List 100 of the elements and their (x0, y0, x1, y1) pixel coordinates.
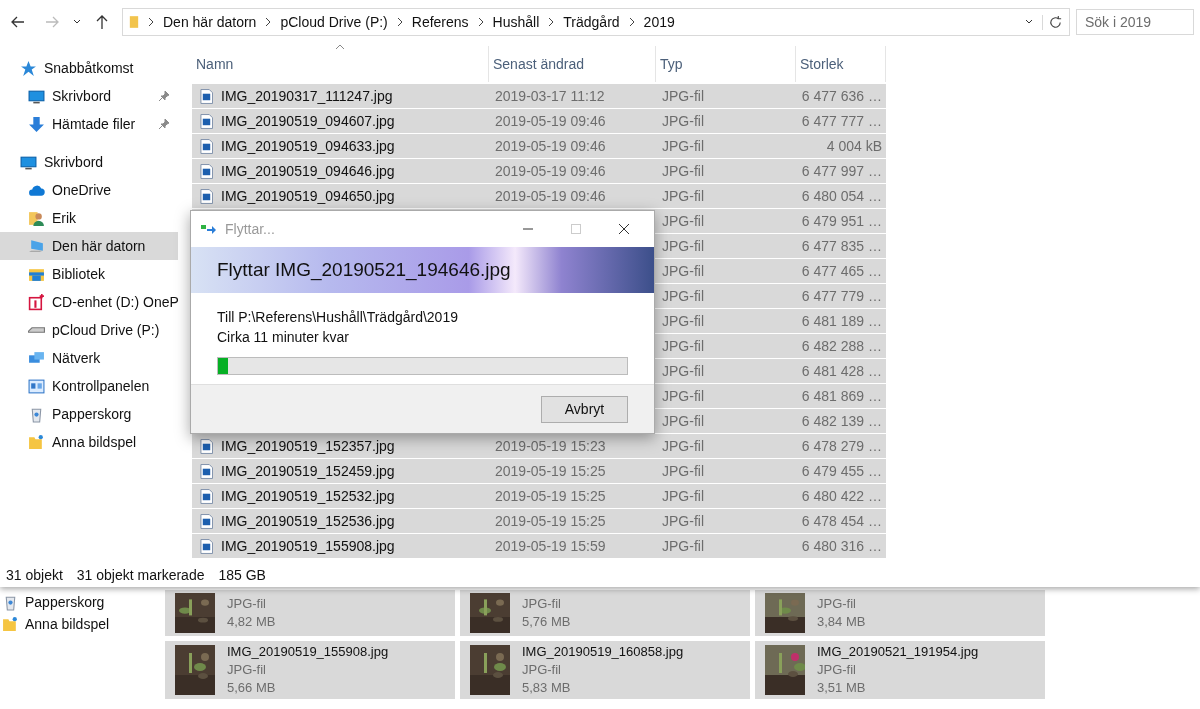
file-type: JPG-fil (662, 313, 704, 329)
nav-item[interactable]: Skrivbord (0, 148, 178, 176)
file-type: JPG-fil (662, 188, 704, 204)
nav-item[interactable]: Bibliotek (0, 260, 178, 288)
back-arrow-icon[interactable] (10, 14, 26, 30)
dialog-heading: Flyttar IMG_20190521_194646.jpg (217, 259, 511, 281)
nav-item[interactable]: Anna bildspel (0, 428, 178, 456)
column-header[interactable]: Namn (192, 46, 489, 82)
address-bar[interactable]: Den här datorn pCloud Drive (P:) Referens Hushåll Trädgård 2019 (122, 8, 1070, 36)
nav-item[interactable]: Erik (0, 204, 178, 232)
file-row[interactable]: IMG_20190317_111247.jpg 2019-03-17 11:12 JPG-fil 6 477 636 … (192, 84, 886, 108)
file-size: 6 477 636 … (801, 88, 882, 104)
file-size: 6 477 465 … (801, 263, 882, 279)
image-file-icon (200, 88, 213, 104)
file-size: 6 477 779 … (801, 288, 882, 304)
file-type: JPG-fil (522, 595, 562, 613)
cancel-button[interactable]: Avbryt (541, 395, 628, 423)
chevron-icon (395, 17, 404, 27)
breadcrumb[interactable]: pCloud Drive (P:) (280, 14, 388, 30)
file-tile[interactable]: IMG_20190521_191954.jpg JPG-fil 3,51 MB (755, 641, 1045, 699)
nav-item[interactable]: Papperskorg (0, 400, 178, 428)
file-type: JPG-fil (227, 595, 267, 613)
file-type: JPG-fil (817, 595, 857, 613)
file-row[interactable]: IMG_20190519_094646.jpg 2019-05-19 09:46 JPG-fil 6 477 997 … (192, 159, 886, 183)
breadcrumb[interactable]: 2019 (643, 14, 675, 30)
file-type: JPG-fil (522, 661, 562, 679)
image-file-icon (200, 538, 213, 554)
chevron-icon (147, 17, 155, 27)
file-row[interactable]: IMG_20190519_094650.jpg 2019-05-19 09:46 JPG-fil 6 480 054 … (192, 184, 886, 208)
nav-item[interactable]: CD-enhet (D:) OneP (0, 288, 178, 316)
column-header[interactable]: Senast ändrad (489, 46, 656, 82)
column-header[interactable]: Typ (656, 46, 796, 82)
nav-item[interactable]: OneDrive (0, 176, 178, 204)
file-tile[interactable]: IMG_20190519_155908.jpg JPG-fil 5,66 MB (165, 641, 455, 699)
drive-icon (28, 327, 45, 333)
file-name: IMG_20190519_160858.jpg (522, 643, 684, 661)
breadcrumb[interactable]: Den här datorn (163, 14, 257, 30)
file-name: IMG_20190519_152532.jpg (221, 488, 395, 504)
file-type: JPG-fil (662, 413, 704, 429)
file-type: JPG-fil (662, 438, 704, 454)
nav-item[interactable]: Kontrollpanelen (0, 372, 178, 400)
column-header[interactable]: Storlek (796, 46, 886, 82)
file-size: 6 482 288 … (801, 338, 882, 354)
file-size: 4,82 MB (227, 613, 276, 631)
modified-date: 2019-05-19 15:25 (495, 488, 606, 504)
drive-logo-icon (28, 293, 45, 311)
nav-item[interactable]: Snabbåtkomst (0, 54, 178, 82)
modified-date: 2019-03-17 11:12 (495, 88, 605, 104)
file-size: 5,83 MB (522, 679, 572, 697)
nav-item[interactable]: Hämtade filer (0, 110, 178, 138)
file-tile[interactable]: JPG-fil 5,76 MB (460, 590, 750, 636)
image-file-icon (200, 488, 213, 504)
image-file-icon (200, 188, 213, 204)
nav-item[interactable]: Anna bildspel (0, 613, 165, 635)
file-row[interactable]: IMG_20190519_152532.jpg 2019-05-19 15:25 JPG-fil 6 480 422 … (192, 484, 886, 508)
refresh-icon[interactable] (1042, 14, 1063, 30)
breadcrumb[interactable]: Hushåll (492, 14, 540, 30)
modified-date: 2019-05-19 09:46 (495, 163, 606, 179)
file-size: 6 478 279 … (801, 438, 882, 454)
file-size: 6 480 316 … (801, 538, 882, 554)
file-row[interactable]: IMG_20190519_152357.jpg 2019-05-19 15:23 JPG-fil 6 478 279 … (192, 434, 886, 458)
image-file-icon (200, 513, 213, 529)
file-name: IMG_20190519_155908.jpg (221, 538, 395, 554)
file-name: IMG_20190317_111247.jpg (221, 88, 393, 104)
file-row[interactable]: IMG_20190519_152459.jpg 2019-05-19 15:25 JPG-fil 6 479 455 … (192, 459, 886, 483)
file-tile[interactable]: JPG-fil 3,84 MB (755, 590, 1045, 636)
close-icon[interactable] (618, 223, 630, 235)
search-field[interactable]: Sök i 2019 (1076, 9, 1194, 35)
file-row[interactable]: IMG_20190519_155908.jpg 2019-05-19 15:59 JPG-fil 6 480 316 … (192, 534, 886, 558)
item-count: 31 objekt (6, 566, 63, 583)
file-tile[interactable]: JPG-fil 4,82 MB (165, 590, 455, 636)
nav-item[interactable]: Papperskorg (0, 591, 165, 613)
file-size: 6 481 189 … (801, 313, 882, 329)
file-type: JPG-fil (817, 661, 857, 679)
file-size: 5,66 MB (227, 679, 277, 697)
file-row[interactable]: IMG_20190519_094607.jpg 2019-05-19 09:46 JPG-fil 6 477 777 … (192, 109, 886, 133)
file-type: JPG-fil (662, 538, 704, 554)
chevron-icon (627, 17, 636, 27)
chevron-icon (476, 17, 485, 27)
nav-item[interactable]: Den här datorn (0, 232, 178, 260)
file-size: 5,76 MB (522, 613, 571, 631)
image-file-icon (200, 163, 213, 179)
file-row[interactable]: IMG_20190519_152536.jpg 2019-05-19 15:25 JPG-fil 6 478 454 … (192, 509, 886, 533)
up-arrow-icon[interactable] (94, 14, 110, 30)
breadcrumb[interactable]: Trädgård (563, 14, 620, 30)
file-name: IMG_20190519_094633.jpg (221, 138, 395, 154)
file-row[interactable]: IMG_20190519_094633.jpg 2019-05-19 09:46 JPG-fil 4 004 kB (192, 134, 886, 158)
file-name: IMG_20190519_094607.jpg (221, 113, 395, 129)
nav-item[interactable]: Nätverk (0, 344, 178, 372)
file-tile[interactable]: IMG_20190519_160858.jpg JPG-fil 5,83 MB (460, 641, 750, 699)
file-size: 3,51 MB (817, 679, 867, 697)
file-type: JPG-fil (227, 661, 267, 679)
breadcrumb[interactable]: Referens (411, 14, 469, 30)
modified-date: 2019-05-19 15:23 (495, 438, 606, 454)
file-size: 6 477 835 … (801, 238, 882, 254)
nav-item[interactable]: Skrivbord (0, 82, 178, 110)
dialog-title: Flyttar... (225, 221, 275, 237)
image-file-icon (200, 438, 213, 454)
nav-item[interactable]: pCloud Drive (P:) (0, 316, 178, 344)
file-size: 6 480 054 … (801, 188, 882, 204)
